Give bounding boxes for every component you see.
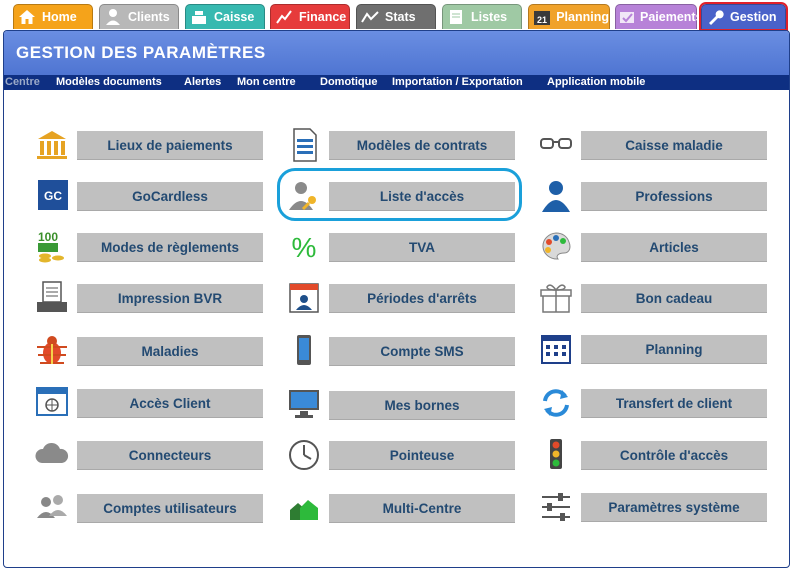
subnav-domotique[interactable]: Domotique xyxy=(320,76,377,88)
subnav-mon-centre[interactable]: Mon centre xyxy=(237,76,296,88)
glasses-icon xyxy=(538,127,574,163)
web-browser-icon xyxy=(34,385,70,421)
svg-text:100: 100 xyxy=(38,230,58,244)
setting-label: TVA xyxy=(329,233,515,262)
tab-label: Planning xyxy=(556,10,609,24)
setting-label: Caisse maladie xyxy=(581,131,767,160)
tab-label: Caisse xyxy=(214,10,255,24)
setting-label: GoCardless xyxy=(77,182,263,211)
bank-icon xyxy=(34,127,70,163)
setting-label: Comptes utilisateurs xyxy=(77,494,263,523)
sliders-icon xyxy=(538,489,574,525)
tab-caisse[interactable]: Caisse xyxy=(185,4,265,29)
traffic-light-icon xyxy=(538,437,574,473)
home-icon xyxy=(16,6,38,28)
subnav-import-export[interactable]: Importation / Exportation xyxy=(392,76,523,88)
tab-planning[interactable]: 21 Planning xyxy=(528,4,610,29)
sub-navigation-items: Centre Modèles documents Alertes Mon cen… xyxy=(0,75,793,90)
finance-chart-icon xyxy=(273,6,295,28)
tab-label: Listes xyxy=(471,10,508,24)
tab-finance[interactable]: Finance xyxy=(270,4,350,29)
tab-home[interactable]: Home xyxy=(13,4,93,29)
setting-label: Professions xyxy=(581,182,767,211)
subnav-modeles-documents[interactable]: Modèles documents xyxy=(56,76,162,88)
document-icon xyxy=(286,127,322,163)
cloud-icon xyxy=(34,437,70,473)
list-icon xyxy=(445,6,467,28)
refresh-arrows-icon xyxy=(538,385,574,421)
setting-label: Transfert de client xyxy=(581,389,767,418)
wrench-icon xyxy=(704,6,726,28)
tab-label: Stats xyxy=(385,10,416,24)
bug-icon xyxy=(34,333,70,369)
main-tab-bar: Home Clients Caisse Finance Stats Listes… xyxy=(0,0,793,31)
printer-icon xyxy=(34,280,70,316)
subnav-application-mobile[interactable]: Application mobile xyxy=(547,76,645,88)
setting-label: Contrôle d'accès xyxy=(581,441,767,470)
calendar-icon: 21 xyxy=(531,6,552,28)
setting-label: Bon cadeau xyxy=(581,284,767,313)
setting-label: Lieux de paiements xyxy=(77,131,263,160)
payment-icon xyxy=(618,6,636,28)
palette-icon xyxy=(538,229,574,265)
clock-icon xyxy=(286,437,322,473)
cash-register-icon xyxy=(188,6,210,28)
percent-icon: % xyxy=(286,229,322,265)
setting-label: Modèles de contrats xyxy=(329,131,515,160)
page-title: GESTION DES PARAMÈTRES xyxy=(4,31,789,75)
tab-listes[interactable]: Listes xyxy=(442,4,522,29)
person-silhouette-icon xyxy=(538,178,574,214)
svg-text:GC: GC xyxy=(44,189,62,203)
setting-label: Planning xyxy=(581,335,767,364)
setting-label: Compte SMS xyxy=(329,337,515,366)
tab-gestion[interactable]: Gestion xyxy=(699,2,788,31)
setting-label: Modes de règlements xyxy=(77,233,263,262)
calendar-person-icon xyxy=(286,280,322,316)
svg-text:%: % xyxy=(292,232,317,263)
gocardless-icon: GC xyxy=(34,178,70,214)
selection-highlight xyxy=(277,168,522,221)
tab-stats[interactable]: Stats xyxy=(356,4,436,29)
setting-label: Paramètres système xyxy=(581,493,767,522)
tab-paiements[interactable]: Paiements xyxy=(615,4,703,29)
tab-label: Finance xyxy=(299,10,347,24)
setting-label: Périodes d'arrêts xyxy=(329,284,515,313)
setting-label: Mes bornes xyxy=(329,391,515,420)
tab-clients[interactable]: Clients xyxy=(99,4,179,29)
houses-icon xyxy=(286,490,322,526)
stats-chart-icon xyxy=(359,6,381,28)
tab-label: Gestion xyxy=(730,10,777,24)
setting-label: Connecteurs xyxy=(77,441,263,470)
tab-label: Paiements xyxy=(640,10,703,24)
users-icon xyxy=(34,490,70,526)
gift-icon xyxy=(538,280,574,316)
tab-label: Clients xyxy=(128,10,170,24)
setting-label: Multi-Centre xyxy=(329,494,515,523)
setting-label: Maladies xyxy=(77,337,263,366)
setting-label: Pointeuse xyxy=(329,441,515,470)
subnav-alertes[interactable]: Alertes xyxy=(184,76,221,88)
setting-label: Articles xyxy=(581,233,767,262)
smartphone-icon xyxy=(286,333,322,369)
calendar-grid-icon xyxy=(538,331,574,367)
subnav-centre[interactable]: Centre xyxy=(5,76,40,88)
monitor-icon xyxy=(286,387,322,423)
setting-label: Accès Client xyxy=(77,389,263,418)
money-icon: 100 xyxy=(34,229,70,265)
tab-label: Home xyxy=(42,10,77,24)
setting-label: Impression BVR xyxy=(77,284,263,313)
svg-text:21: 21 xyxy=(537,15,547,25)
person-icon xyxy=(102,6,124,28)
